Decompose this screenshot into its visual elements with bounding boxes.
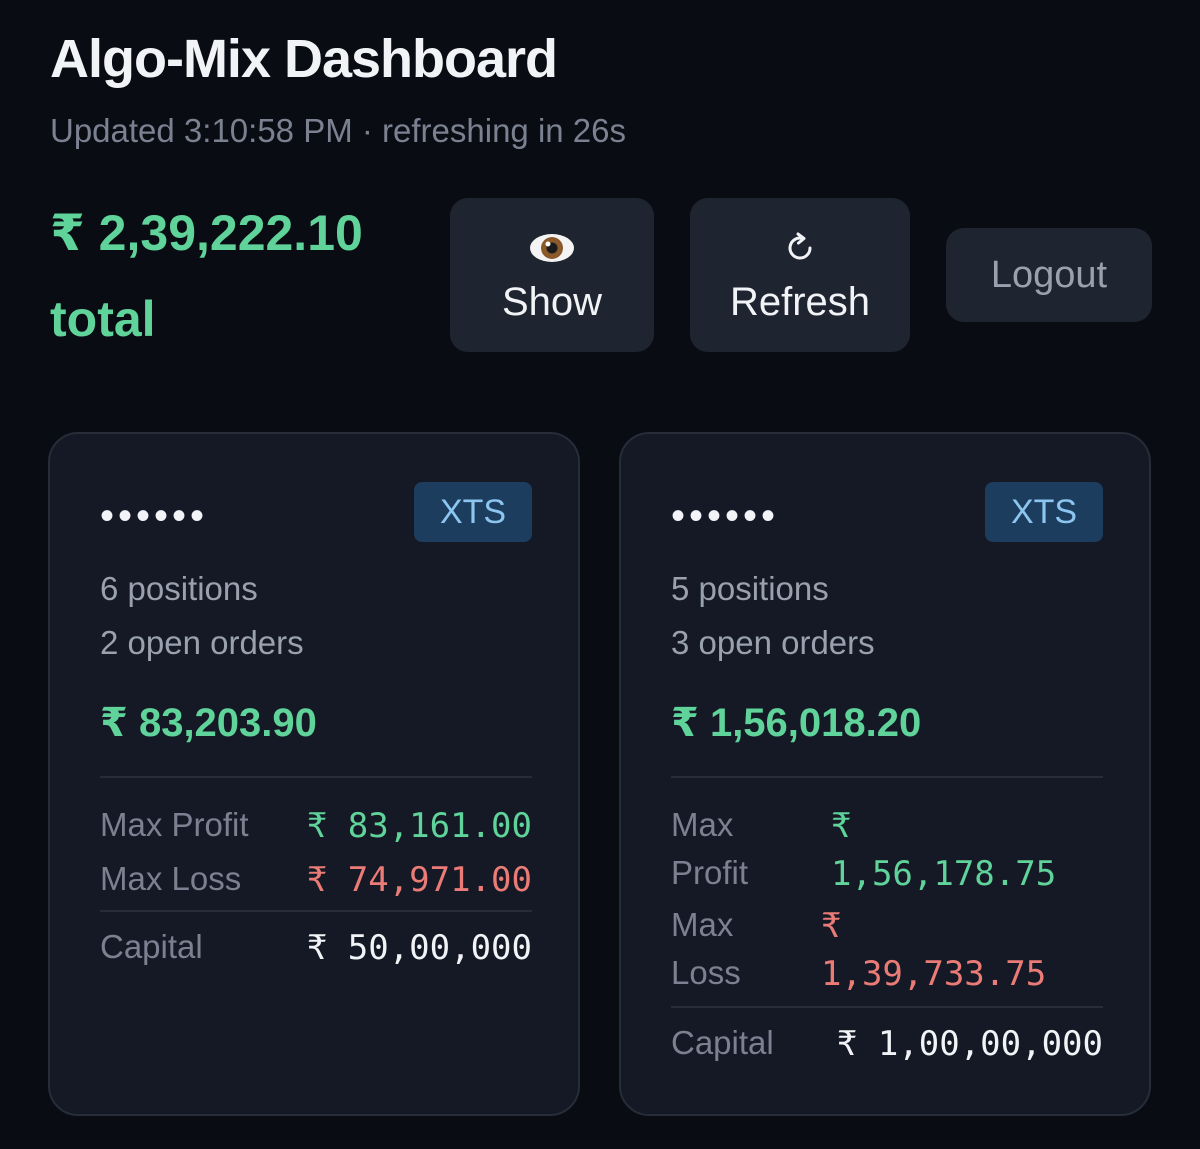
max-loss-label: Loss (671, 954, 741, 991)
open-orders-count: 3 open orders (671, 624, 875, 661)
capital-value: ₹ 50,00,000 (306, 928, 532, 968)
account-name-masked: •••••• (671, 494, 780, 538)
capital-value: ₹ 1,00,00,000 (836, 1024, 1103, 1064)
max-loss-label: Max Loss (100, 860, 242, 897)
max-loss-value: 1,39,733.75 (821, 954, 1047, 994)
max-profit-label: Profit (671, 854, 749, 891)
max-loss-currency: ₹ (821, 906, 842, 946)
divider (671, 776, 1103, 778)
positions-count: 6 positions (100, 570, 258, 607)
broker-badge: XTS (985, 482, 1103, 542)
account-name-masked: •••••• (100, 494, 209, 538)
divider (100, 910, 532, 912)
divider (671, 1006, 1103, 1008)
show-button[interactable]: Show (450, 198, 654, 352)
max-loss-label: Max (671, 906, 734, 943)
refresh-icon (690, 222, 910, 270)
max-profit-value: ₹ 83,161.00 (306, 806, 532, 846)
refresh-button-label: Refresh (729, 280, 871, 324)
update-status: Updated 3:10:58 PM · refreshing in 26s (50, 112, 627, 149)
account-pnl: ₹ 1,56,018.20 (671, 701, 922, 745)
total-summary: ₹ 2,39,222.10 total (50, 200, 363, 352)
account-pnl: ₹ 83,203.90 (100, 701, 317, 745)
show-button-label: Show (501, 280, 603, 324)
positions-count: 5 positions (671, 570, 829, 607)
open-orders-count: 2 open orders (100, 624, 304, 661)
capital-label: Capital (100, 928, 203, 965)
account-card: •••••• XTS 6 positions 2 open orders ₹ 8… (48, 432, 580, 1116)
max-profit-value: 1,56,178.75 (831, 854, 1057, 894)
logout-button[interactable]: Logout (946, 228, 1152, 322)
max-profit-currency: ₹ (831, 806, 852, 846)
total-label: total (50, 291, 156, 347)
refresh-button[interactable]: Refresh (690, 198, 910, 352)
capital-label: Capital (671, 1024, 774, 1061)
dashboard-page: Algo-Mix Dashboard Updated 3:10:58 PM · … (0, 0, 1200, 1149)
total-amount: ₹ 2,39,222.10 (50, 205, 363, 261)
broker-badge: XTS (414, 482, 532, 542)
page-title: Algo-Mix Dashboard (50, 29, 558, 89)
divider (100, 776, 532, 778)
max-profit-label: Max Profit (100, 806, 249, 843)
account-card: •••••• XTS 5 positions 3 open orders ₹ 1… (619, 432, 1151, 1116)
max-loss-value: ₹ 74,971.00 (306, 860, 532, 900)
max-profit-label: Max (671, 806, 734, 843)
eye-icon (450, 222, 654, 270)
